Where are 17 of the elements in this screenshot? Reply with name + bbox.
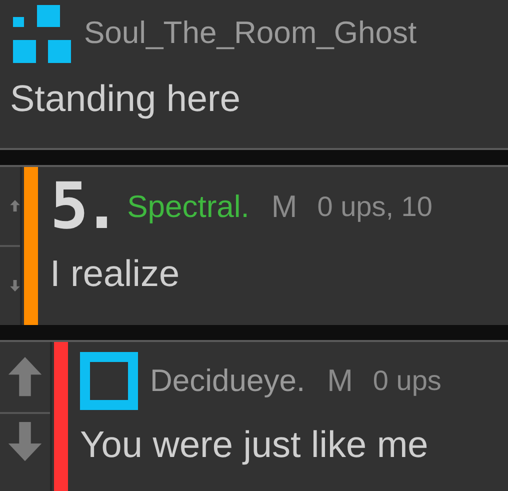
- flag-text: M: [327, 363, 353, 399]
- username-link[interactable]: Decidueye.: [150, 363, 306, 399]
- flag-text: M: [271, 189, 298, 225]
- username-link[interactable]: Soul_The_Room_Ghost: [84, 15, 417, 51]
- comment-meta: 0 ups: [372, 365, 442, 397]
- avatar-text: 5.: [50, 177, 116, 237]
- downvote-icon[interactable]: [8, 422, 42, 462]
- avatar-icon: [80, 352, 138, 410]
- upvote-icon[interactable]: [10, 200, 20, 212]
- comment-text: Standing here: [10, 78, 242, 120]
- comment-text: You were just like me: [80, 424, 430, 466]
- avatar-icon: [10, 2, 72, 64]
- comment-text: I realize: [50, 253, 181, 295]
- upvote-icon[interactable]: [8, 357, 42, 397]
- downvote-icon[interactable]: [10, 280, 20, 292]
- username-link[interactable]: Spectral.: [127, 189, 250, 225]
- comment-meta: 0 ups, 10: [317, 191, 432, 223]
